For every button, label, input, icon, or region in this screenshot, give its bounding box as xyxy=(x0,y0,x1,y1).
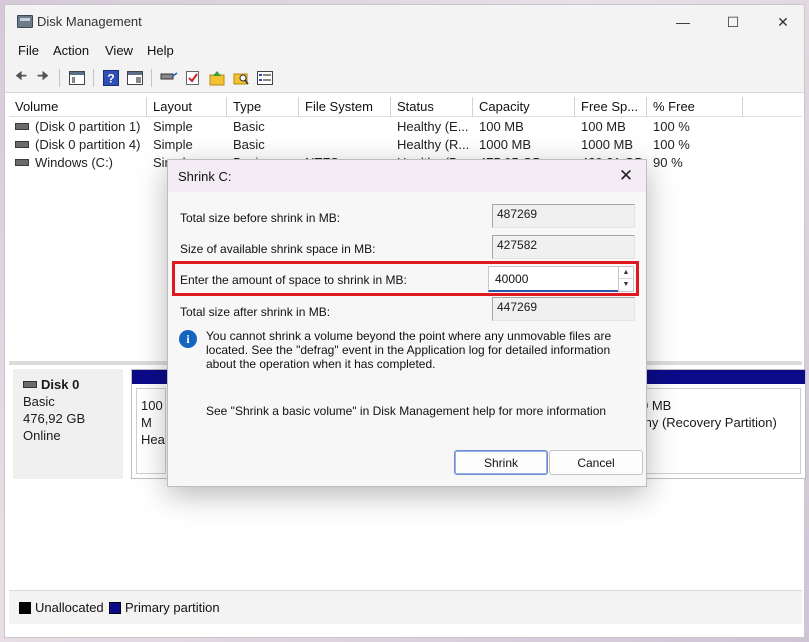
partition-bar xyxy=(632,370,805,384)
column-header-status[interactable]: Status xyxy=(391,97,473,117)
console-tree-icon[interactable] xyxy=(125,69,145,87)
shrink-amount-input[interactable]: 40000 xyxy=(488,266,619,292)
toolbar-separator xyxy=(59,69,60,87)
drive-icon xyxy=(15,141,29,148)
cell-capacity: 100 MB xyxy=(479,119,524,134)
partition-efi[interactable]: 100 M Health xyxy=(131,369,171,479)
disk-icon xyxy=(23,381,37,388)
disk-size: 476,92 GB xyxy=(23,411,86,426)
total-after-field: 447269 xyxy=(492,297,635,321)
disk-management-icon xyxy=(17,15,33,28)
cell-file-system xyxy=(299,136,391,154)
menu-view[interactable]: View xyxy=(105,43,133,58)
maximize-button[interactable]: ☐ xyxy=(710,5,756,39)
cell-file-system xyxy=(299,118,391,136)
table-row[interactable]: (Disk 0 partition 4) Simple Basic Health… xyxy=(9,136,802,154)
legend-unallocated: Unallocated xyxy=(35,600,104,615)
dialog-title: Shrink C: xyxy=(178,169,232,184)
menu-bar: File Action View Help xyxy=(5,39,804,63)
menu-action[interactable]: Action xyxy=(53,43,89,58)
legend-primary: Primary partition xyxy=(125,600,220,615)
partition-bar xyxy=(132,370,170,384)
stepper-up-icon[interactable]: ▲ xyxy=(619,267,633,279)
table-row[interactable]: (Disk 0 partition 1) Simple Basic Health… xyxy=(9,118,802,136)
title-bar[interactable]: Disk Management — ☐ ✕ xyxy=(5,5,804,39)
total-before-label: Total size before shrink in MB: xyxy=(180,211,341,225)
drive-icon xyxy=(15,123,29,130)
total-before-field: 487269 xyxy=(492,204,635,228)
partition-status: thy (Recovery Partition) xyxy=(641,415,777,430)
close-window-button[interactable]: ✕ xyxy=(760,5,806,39)
toolbar-separator xyxy=(93,69,94,87)
drive-icon xyxy=(15,159,29,166)
volume-list-header: Volume Layout Type File System Status Ca… xyxy=(9,97,802,117)
partition-size: 0 MB xyxy=(641,398,672,413)
primary-partition-swatch xyxy=(109,602,121,614)
column-header-type[interactable]: Type xyxy=(227,97,299,117)
legend-bar: Unallocated Primary partition xyxy=(9,590,802,624)
check-icon[interactable] xyxy=(183,69,203,87)
partition-size: 100 M xyxy=(141,398,163,430)
info-message: You cannot shrink a volume beyond the po… xyxy=(206,329,612,371)
cell-percent-free: 90 % xyxy=(653,155,683,170)
dialog-title-bar[interactable]: Shrink C: ✕ xyxy=(168,160,646,192)
shrink-amount-stepper: ▲ ▼ xyxy=(618,266,634,292)
disk-info-panel[interactable]: Disk 0 Basic 476,92 GB Online xyxy=(13,369,123,479)
shrink-amount-label: Enter the amount of space to shrink in M… xyxy=(180,273,407,287)
help-icon[interactable]: ? xyxy=(101,69,121,87)
shrink-button[interactable]: Shrink xyxy=(454,450,548,475)
help-link-text: See "Shrink a basic volume" in Disk Mana… xyxy=(206,404,607,418)
column-header-layout[interactable]: Layout xyxy=(147,97,227,117)
partition-details: 100 M Health xyxy=(136,388,166,474)
cell-status: Healthy (R... xyxy=(397,137,470,152)
column-header-capacity[interactable]: Capacity xyxy=(473,97,575,117)
partition-status: Health xyxy=(141,432,165,447)
cell-free-space: 1000 MB xyxy=(581,137,634,152)
cell-type: Basic xyxy=(233,137,265,152)
svg-text:?: ? xyxy=(107,72,114,86)
back-icon[interactable]: 🠈 xyxy=(11,68,31,87)
cell-type: Basic xyxy=(233,119,265,134)
cancel-button[interactable]: Cancel xyxy=(549,450,643,475)
up-folder-icon[interactable] xyxy=(207,69,227,87)
cell-status: Healthy (E... xyxy=(397,119,469,134)
toolbar: 🠈 🠊 ? xyxy=(5,63,804,93)
forward-icon[interactable]: 🠊 xyxy=(33,68,53,87)
shrink-dialog: Shrink C: ✕ Total size before shrink in … xyxy=(167,159,647,487)
toolbar-separator xyxy=(151,69,152,87)
cell-volume: Windows (C:) xyxy=(35,155,114,170)
menu-help[interactable]: Help xyxy=(147,43,174,58)
column-header-free-space[interactable]: Free Sp... xyxy=(575,97,647,117)
partition-details: 0 MB thy (Recovery Partition) xyxy=(636,388,801,474)
column-header-volume[interactable]: Volume xyxy=(9,97,147,117)
total-after-label: Total size after shrink in MB: xyxy=(180,305,331,319)
cell-volume: (Disk 0 partition 4) xyxy=(35,137,141,152)
available-shrink-field: 427582 xyxy=(492,235,635,259)
info-icon: i xyxy=(179,330,197,348)
partition-recovery[interactable]: 0 MB thy (Recovery Partition) xyxy=(631,369,806,479)
cell-percent-free: 100 % xyxy=(653,119,690,134)
disk-type: Basic xyxy=(23,394,55,409)
menu-file[interactable]: File xyxy=(18,43,39,58)
cell-volume: (Disk 0 partition 1) xyxy=(35,119,141,134)
close-icon[interactable]: ✕ xyxy=(616,166,636,186)
minimize-button[interactable]: — xyxy=(660,5,706,39)
properties-pane-icon[interactable] xyxy=(67,69,87,87)
cell-percent-free: 100 % xyxy=(653,137,690,152)
search-folder-icon[interactable] xyxy=(231,69,251,87)
column-header-file-system[interactable]: File System xyxy=(299,97,391,117)
window-title: Disk Management xyxy=(37,14,142,29)
connect-icon[interactable] xyxy=(159,69,179,87)
cell-layout: Simple xyxy=(153,119,193,134)
unallocated-swatch xyxy=(19,602,31,614)
cell-layout: Simple xyxy=(153,137,193,152)
column-header-percent-free[interactable]: % Free xyxy=(647,97,743,117)
available-shrink-label: Size of available shrink space in MB: xyxy=(180,242,376,256)
disk-state: Online xyxy=(23,428,61,443)
cell-capacity: 1000 MB xyxy=(479,137,532,152)
xda-watermark-logo: XDA xyxy=(670,554,729,579)
cell-free-space: 100 MB xyxy=(581,119,626,134)
stepper-down-icon[interactable]: ▼ xyxy=(619,279,633,291)
list-view-icon[interactable] xyxy=(255,69,275,87)
